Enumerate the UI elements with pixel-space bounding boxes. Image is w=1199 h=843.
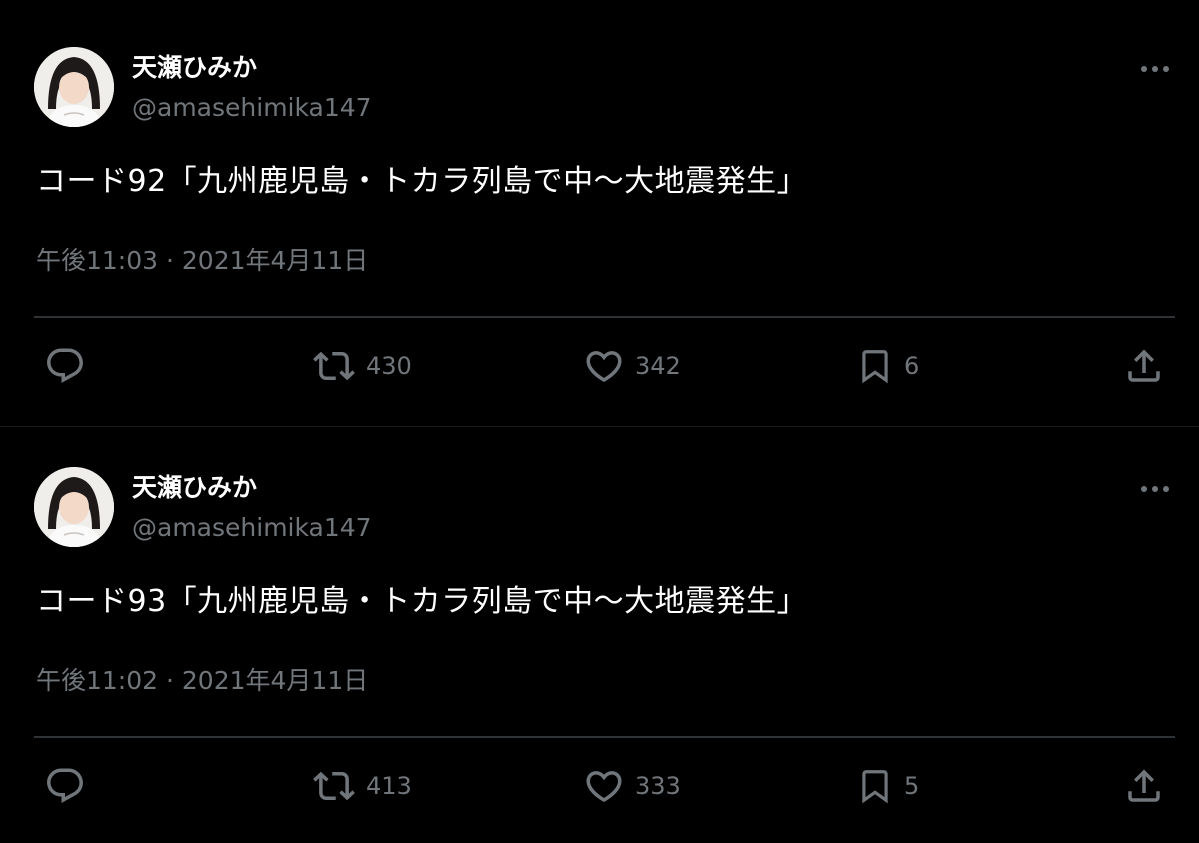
share-icon	[1128, 769, 1160, 802]
retweet-icon	[313, 771, 355, 801]
share-button[interactable]	[1123, 764, 1165, 808]
heart-icon	[586, 771, 622, 803]
author-name[interactable]: 天瀬ひみか	[132, 472, 257, 504]
tweet-text: コード92「九州鹿児島・トカラ列島で中〜大地震発生」	[36, 164, 808, 199]
author-handle[interactable]: @amasehimika147	[132, 512, 372, 544]
share-icon	[1128, 349, 1160, 382]
reply-icon	[47, 768, 83, 803]
bookmark-icon	[862, 770, 888, 804]
bookmark-icon	[862, 350, 888, 384]
divider	[34, 316, 1175, 318]
author-handle[interactable]: @amasehimika147	[132, 92, 372, 124]
bookmark-button[interactable]: 5	[856, 764, 919, 808]
like-button[interactable]: 333	[583, 764, 681, 808]
more-horizontal-icon	[1141, 66, 1169, 72]
author-name[interactable]: 天瀬ひみか	[132, 52, 257, 84]
more-options-button[interactable]	[1132, 58, 1178, 80]
more-options-button[interactable]	[1132, 478, 1178, 500]
like-count: 342	[635, 352, 681, 380]
avatar[interactable]	[34, 47, 114, 127]
heart-icon	[586, 351, 622, 383]
retweet-button[interactable]: 430	[312, 344, 412, 388]
retweet-button[interactable]: 413	[312, 764, 412, 808]
reply-icon	[47, 348, 83, 383]
divider	[34, 736, 1175, 738]
tweet-timestamp[interactable]: 午後11:02 · 2021年4月11日	[36, 664, 368, 698]
tweet-card[interactable]: 天瀬ひみか @amasehimika147 コード93「九州鹿児島・トカラ列島で…	[0, 420, 1199, 840]
retweet-count: 413	[366, 772, 412, 800]
reply-button[interactable]	[44, 344, 86, 388]
bookmark-count: 6	[904, 352, 920, 380]
retweet-icon	[313, 351, 355, 381]
reply-button[interactable]	[44, 764, 86, 808]
tweet-card[interactable]: 天瀬ひみか @amasehimika147 コード92「九州鹿児島・トカラ列島で…	[0, 0, 1199, 420]
tweet-text: コード93「九州鹿児島・トカラ列島で中〜大地震発生」	[36, 584, 808, 619]
tweet-page: 天瀬ひみか @amasehimika147 コード92「九州鹿児島・トカラ列島で…	[0, 0, 1199, 843]
avatar[interactable]	[34, 467, 114, 547]
bookmark-button[interactable]: 6	[856, 344, 919, 388]
bookmark-count: 5	[904, 772, 920, 800]
retweet-count: 430	[366, 352, 412, 380]
like-count: 333	[635, 772, 681, 800]
share-button[interactable]	[1123, 344, 1165, 388]
tweet-timestamp[interactable]: 午後11:03 · 2021年4月11日	[36, 244, 368, 278]
like-button[interactable]: 342	[583, 344, 681, 388]
more-horizontal-icon	[1141, 486, 1169, 492]
